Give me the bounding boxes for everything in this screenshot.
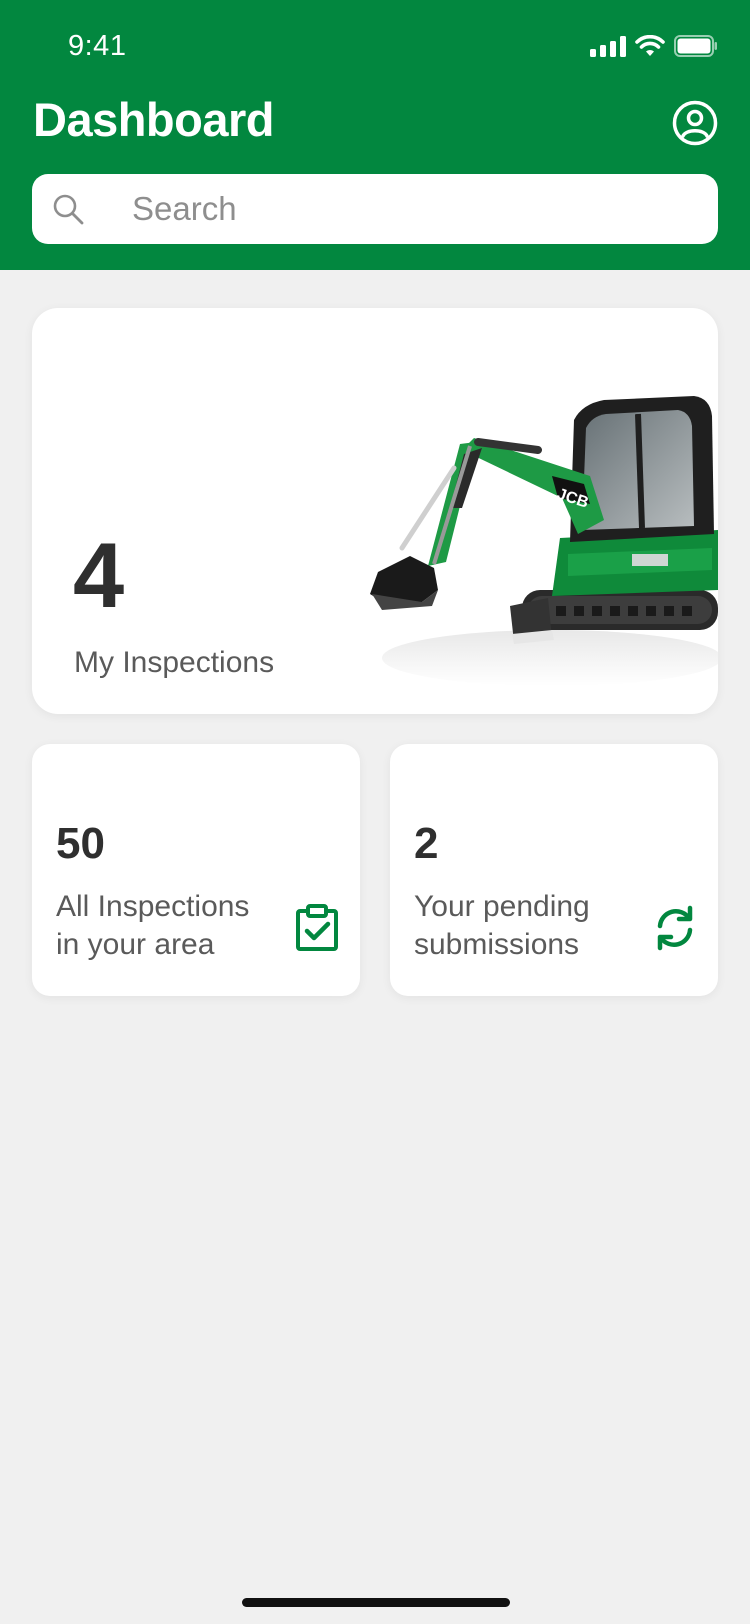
sync-icon — [657, 905, 693, 951]
status-time: 9:41 — [68, 30, 127, 62]
all-inspections-card[interactable]: 50 All Inspections in your area — [32, 744, 360, 996]
home-indicator[interactable] — [242, 1598, 510, 1607]
battery-icon — [674, 35, 718, 57]
search-bar[interactable] — [32, 174, 718, 244]
my-inspections-count: 4 — [73, 525, 125, 627]
pending-submissions-card[interactable]: 2 Your pending submissions — [390, 744, 718, 996]
my-inspections-label: My Inspections — [74, 646, 275, 679]
pending-submissions-count: 2 — [414, 819, 439, 868]
profile-button[interactable] — [672, 100, 718, 146]
pending-submissions-label: Your pending submissions — [414, 890, 590, 961]
app-header: 9:41 Dashboard — [0, 0, 750, 270]
wifi-icon — [635, 35, 665, 57]
all-inspections-label: All Inspections in your area — [56, 890, 250, 961]
excavator-image: JCB — [370, 396, 718, 686]
search-icon — [53, 194, 84, 225]
search-input[interactable] — [132, 174, 692, 244]
clipboard-check-icon — [296, 904, 338, 951]
page-title: Dashboard — [33, 93, 275, 146]
my-inspections-card[interactable]: 4 My Inspections JCB — [32, 308, 718, 714]
cellular-signal-icon — [590, 35, 626, 57]
all-inspections-count: 50 — [56, 819, 105, 868]
status-icons — [590, 33, 718, 59]
user-circle-icon — [672, 100, 718, 146]
